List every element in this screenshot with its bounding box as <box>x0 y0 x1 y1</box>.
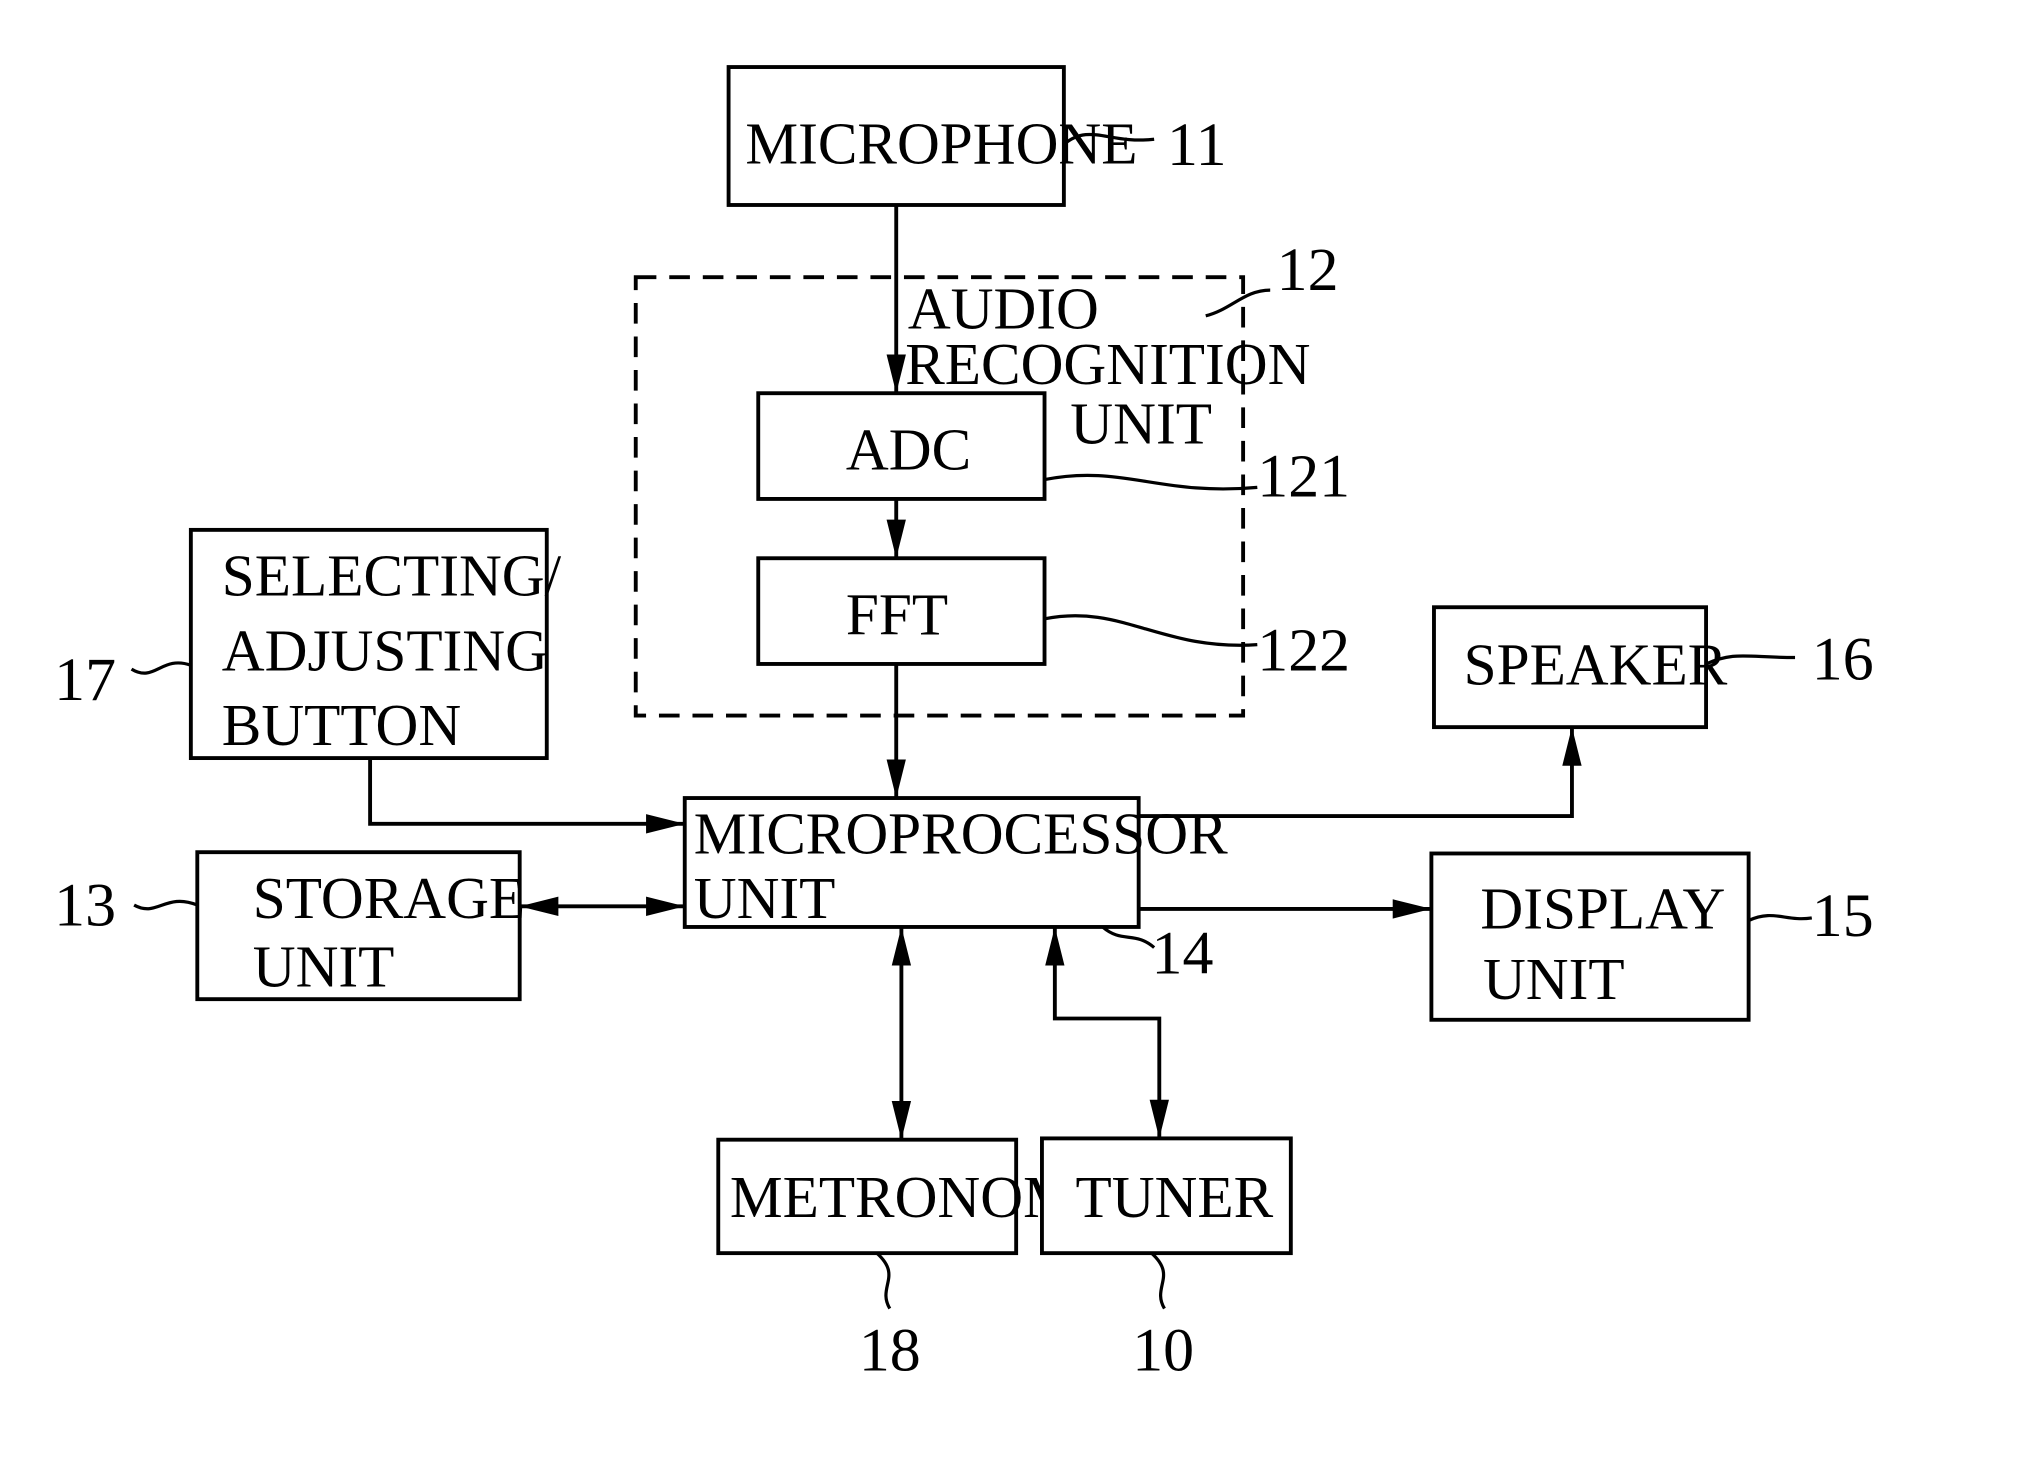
ref-number-16: 16 <box>1812 625 1874 693</box>
arrow-tuner-microprocessor <box>1045 926 1169 1139</box>
ref-number-14: 14 <box>1152 919 1214 987</box>
microphone-block: MICROPHONE 11 <box>726 65 1227 207</box>
tuner-block: TUNER 10 <box>1040 1136 1293 1384</box>
microphone-label: MICROPHONE <box>745 111 1137 177</box>
tuner-label: TUNER <box>1075 1164 1273 1230</box>
ref-leader-15 <box>1747 913 1813 922</box>
ref-leader-14 <box>1101 925 1156 949</box>
ref-leader-12 <box>1205 288 1271 318</box>
storage-unit-block: STORAGE UNIT 13 <box>54 850 525 1002</box>
block-diagram: AUDIO RECOGNITION UNIT 12 MICROPHONE 11 … <box>54 65 1874 1384</box>
ref-number-17: 17 <box>54 646 116 714</box>
display-unit-block: DISPLAY UNIT 15 <box>1429 851 1874 1022</box>
ref-number-11: 11 <box>1167 111 1227 179</box>
display-label-line-2: UNIT <box>1483 946 1625 1012</box>
ref-leader-13 <box>133 899 198 911</box>
microprocessor-label-line-1: MICROPROCESSOR <box>694 800 1228 866</box>
ref-number-15: 15 <box>1812 882 1874 950</box>
fft-label: FFT <box>846 581 948 647</box>
audio-recognition-label-line-3: UNIT <box>1070 391 1212 457</box>
selecting-label-line-2: ADJUSTING <box>222 617 548 683</box>
ref-number-121: 121 <box>1257 442 1350 510</box>
ref-leader-121 <box>1044 473 1258 491</box>
ref-number-10: 10 <box>1132 1316 1194 1384</box>
ref-number-122: 122 <box>1257 616 1350 684</box>
display-label-line-1: DISPLAY <box>1480 875 1725 941</box>
ref-number-12: 12 <box>1277 236 1339 304</box>
storage-label-line-1: STORAGE <box>253 865 525 931</box>
ref-leader-10 <box>1150 1251 1166 1310</box>
ref-number-18: 18 <box>859 1316 921 1384</box>
adc-label: ADC <box>846 416 971 482</box>
ref-leader-122 <box>1044 614 1258 647</box>
audio-recognition-label-line-2: RECOGNITION <box>905 331 1310 397</box>
fft-block: FFT 122 <box>756 556 1350 684</box>
microprocessor-unit-block: MICROPROCESSOR UNIT 14 <box>682 796 1228 987</box>
storage-label-line-2: UNIT <box>253 933 395 999</box>
selecting-adjusting-button-block: SELECTING/ ADJUSTING BUTTON 17 <box>54 527 562 761</box>
selecting-label-line-1: SELECTING/ <box>222 543 562 609</box>
adc-block: ADC 121 <box>756 391 1350 510</box>
microprocessor-label-line-2: UNIT <box>694 865 836 931</box>
speaker-label: SPEAKER <box>1464 632 1728 698</box>
arrow-selecting-to-microprocessor <box>368 758 685 834</box>
ref-leader-18 <box>875 1251 892 1310</box>
selecting-label-line-3: BUTTON <box>222 692 461 758</box>
ref-leader-17 <box>130 661 192 675</box>
ref-number-13: 13 <box>54 872 116 940</box>
speaker-block: SPEAKER 16 <box>1432 605 1874 730</box>
